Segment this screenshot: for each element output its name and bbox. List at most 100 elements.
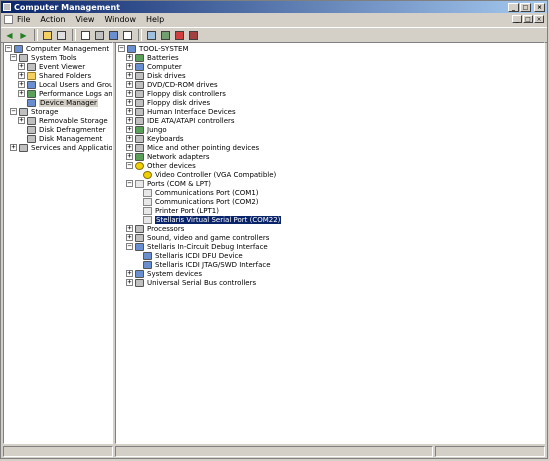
tree-item-storage[interactable]: − Storage [10, 107, 58, 116]
mouse-icon [135, 143, 144, 152]
device-category-floppy-drives[interactable]: + Floppy disk drives [126, 98, 210, 107]
device-com2[interactable]: Communications Port (COM2) [143, 197, 259, 206]
print-icon[interactable] [94, 30, 105, 41]
device-category-stellaris-icdi[interactable]: − Stellaris In-Circuit Debug Interface [126, 242, 268, 251]
expand-toggle[interactable]: + [126, 144, 133, 151]
minimize-button[interactable]: _ [508, 2, 519, 12]
device-category-usb[interactable]: + Universal Serial Bus controllers [126, 278, 256, 287]
console-tree-pane[interactable]: − Computer Management (Local) − System T… [3, 42, 113, 444]
device-category-mice[interactable]: + Mice and other pointing devices [126, 143, 259, 152]
disable-icon[interactable] [188, 30, 199, 41]
child-minimize-button[interactable]: _ [512, 15, 522, 23]
expand-toggle[interactable]: + [126, 117, 133, 124]
device-label: Other devices [147, 161, 196, 170]
expand-toggle[interactable]: + [18, 72, 25, 79]
expand-toggle[interactable]: + [126, 81, 133, 88]
device-category-hid[interactable]: + Human Interface Devices [126, 107, 236, 116]
tree-item-local-users[interactable]: + Local Users and Groups [18, 80, 112, 89]
device-icdi-dfu[interactable]: Stellaris ICDI DFU Device [143, 251, 243, 260]
update-driver-icon[interactable] [160, 30, 171, 41]
forward-icon[interactable]: ▶ [18, 30, 29, 41]
tree-item-device-manager[interactable]: Device Manager [27, 98, 98, 107]
back-icon[interactable]: ◀ [4, 30, 15, 41]
device-category-network[interactable]: + Network adapters [126, 152, 210, 161]
floppy-drive-icon [135, 98, 144, 107]
mmc-document-icon[interactable] [4, 15, 13, 24]
device-root[interactable]: − TOOL-SYSTEM [118, 44, 189, 53]
close-button[interactable]: × [534, 2, 545, 12]
collapse-toggle[interactable]: − [10, 108, 17, 115]
expand-toggle[interactable]: + [126, 279, 133, 286]
device-category-floppy-controllers[interactable]: + Floppy disk controllers [126, 89, 226, 98]
tree-item-removable-storage[interactable]: + Removable Storage [18, 116, 108, 125]
expand-toggle[interactable]: + [18, 63, 25, 70]
child-close-button[interactable]: × [534, 15, 544, 23]
menu-help[interactable]: Help [146, 15, 164, 24]
window-title: Computer Management [14, 2, 120, 12]
uninstall-icon[interactable] [174, 30, 185, 41]
collapse-toggle[interactable]: − [118, 45, 125, 52]
device-icdi-jtag[interactable]: Stellaris ICDI JTAG/SWD Interface [143, 260, 271, 269]
expand-toggle[interactable]: + [126, 63, 133, 70]
tree-item-disk-defragmenter[interactable]: Disk Defragmenter [27, 125, 106, 134]
device-category-keyboards[interactable]: + Keyboards [126, 134, 184, 143]
expand-toggle[interactable]: + [18, 81, 25, 88]
collapse-toggle[interactable]: − [126, 243, 133, 250]
tree-item-system-tools[interactable]: − System Tools [10, 53, 77, 62]
expand-toggle[interactable]: + [126, 90, 133, 97]
device-label: Processors [147, 224, 185, 233]
device-category-computer[interactable]: + Computer [126, 62, 182, 71]
menu-file[interactable]: File [17, 15, 30, 24]
tree-item-shared-folders[interactable]: + Shared Folders [18, 71, 91, 80]
collapse-toggle[interactable]: − [5, 45, 12, 52]
device-com1[interactable]: Communications Port (COM1) [143, 188, 259, 197]
expand-toggle[interactable]: + [126, 126, 133, 133]
tree-item-event-viewer[interactable]: + Event Viewer [18, 62, 85, 71]
device-label: Floppy disk controllers [147, 89, 226, 98]
expand-toggle[interactable]: + [126, 135, 133, 142]
device-category-system-devices[interactable]: + System devices [126, 269, 202, 278]
tree-item-perf-logs[interactable]: + Performance Logs and Alerts [18, 89, 112, 98]
device-category-dvd[interactable]: + DVD/CD-ROM drives [126, 80, 218, 89]
expand-toggle[interactable]: + [18, 90, 25, 97]
menu-window[interactable]: Window [104, 15, 136, 24]
collapse-toggle[interactable]: − [10, 54, 17, 61]
device-category-batteries[interactable]: + Batteries [126, 53, 179, 62]
show-hide-tree-icon[interactable] [56, 30, 67, 41]
expand-toggle[interactable]: + [126, 153, 133, 160]
export-icon[interactable] [80, 30, 91, 41]
tree-item-root[interactable]: − Computer Management (Local) [5, 44, 112, 53]
device-category-jungo[interactable]: + Jungo [126, 125, 167, 134]
device-category-other[interactable]: − Other devices [126, 161, 196, 170]
child-restore-button[interactable]: □ [523, 15, 533, 23]
expand-toggle[interactable]: + [126, 225, 133, 232]
expand-toggle[interactable]: + [18, 117, 25, 124]
device-tree-pane[interactable]: − TOOL-SYSTEM + Batteries + Computer + D… [115, 42, 545, 444]
device-category-disk-drives[interactable]: + Disk drives [126, 71, 186, 80]
maximize-button[interactable]: □ [520, 2, 531, 12]
scan-hardware-icon[interactable] [146, 30, 157, 41]
expand-toggle[interactable]: + [126, 270, 133, 277]
menu-action[interactable]: Action [40, 15, 65, 24]
tree-item-disk-management[interactable]: Disk Management [27, 134, 102, 143]
device-category-processors[interactable]: + Processors [126, 224, 184, 233]
device-video-controller[interactable]: Video Controller (VGA Compatible) [143, 170, 276, 179]
expand-toggle[interactable]: + [126, 234, 133, 241]
expand-toggle[interactable]: + [126, 108, 133, 115]
up-folder-icon[interactable] [42, 30, 53, 41]
expand-toggle[interactable]: + [126, 72, 133, 79]
tree-item-services[interactable]: + Services and Applications [10, 143, 112, 152]
help-icon[interactable] [108, 30, 119, 41]
expand-toggle[interactable]: + [126, 54, 133, 61]
device-category-ports[interactable]: − Ports (COM & LPT) [126, 179, 211, 188]
expand-toggle[interactable]: + [126, 99, 133, 106]
expand-toggle[interactable]: + [10, 144, 17, 151]
device-category-ide[interactable]: + IDE ATA/ATAPI controllers [126, 116, 235, 125]
device-lpt1[interactable]: Printer Port (LPT1) [143, 206, 219, 215]
menu-view[interactable]: View [75, 15, 94, 24]
collapse-toggle[interactable]: − [126, 162, 133, 169]
device-category-sound[interactable]: + Sound, video and game controllers [126, 233, 269, 242]
properties-icon[interactable] [122, 30, 133, 41]
collapse-toggle[interactable]: − [126, 180, 133, 187]
device-stellaris-virtual-serial-port[interactable]: Stellaris Virtual Serial Port (COM22) [143, 215, 282, 224]
